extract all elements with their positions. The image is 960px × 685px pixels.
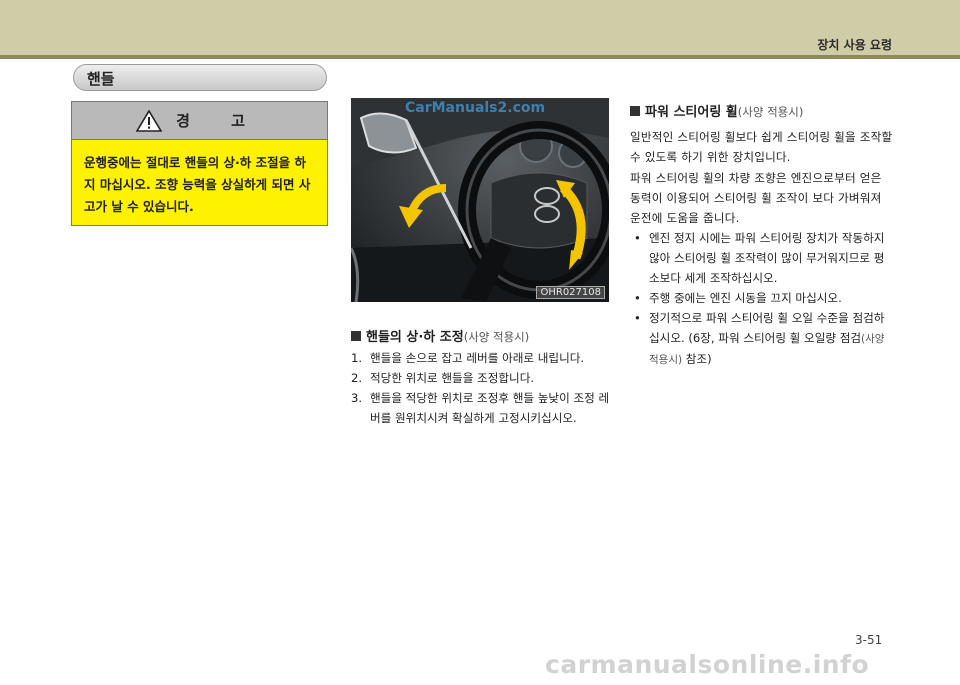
- list-item: • 엔진 정지 시에는 파워 스티어링 장치가 작동하지 않아 스티어링 휠 조작…: [630, 228, 894, 288]
- list-item: 2. 적당한 위치로 핸들을 조정합니다.: [351, 368, 613, 388]
- bullet-text: 정기적으로 파워 스티어링 휠 오일 수준을 점검하십시오. (6장, 파워 스…: [649, 311, 885, 345]
- list-item: • 주행 중에는 엔진 시동을 끄지 마십시오.: [630, 288, 894, 308]
- warning-title: 경 고: [176, 112, 263, 130]
- tilt-optional-note: (사양 적용시): [463, 330, 530, 344]
- tilt-heading: 핸들의 상·하 조정(사양 적용시): [351, 326, 529, 345]
- footer-watermark: carmanualsonline.info: [545, 650, 870, 679]
- step-text: 적당한 위치로 핸들을 조정합니다.: [370, 371, 535, 385]
- tilt-heading-text: 핸들의 상·하 조정: [366, 330, 464, 345]
- step-number: 3.: [351, 391, 363, 405]
- list-item: • 정기적으로 파워 스티어링 휠 오일 수준을 점검하십시오. (6장, 파워 …: [630, 308, 894, 370]
- chapter-title: 장치 사용 요령: [817, 38, 892, 52]
- bullet-icon: •: [634, 291, 641, 305]
- list-item: 3. 핸들을 적당한 위치로 조정후 핸들 높낮이 조정 레버를 원위치시켜 확실…: [351, 388, 613, 428]
- power-steering-paragraph-1: 일반적인 스티어링 휠보다 쉽게 스티어링 휠을 조작할 수 있도록 하기 위한…: [630, 130, 893, 164]
- heading-square-icon: [630, 106, 640, 116]
- warning-header: 경 고: [72, 102, 327, 140]
- bullet-text: 주행 중에는 엔진 시동을 끄지 마십시오.: [649, 291, 842, 305]
- bullet-icon: •: [634, 231, 641, 245]
- section-title: 핸들: [87, 70, 115, 88]
- power-steering-paragraph-2: 파워 스티어링 휠의 차량 조향은 엔진으로부터 얻은 동력이 이용되어 스티어…: [630, 171, 882, 225]
- step-number: 1.: [351, 351, 363, 365]
- header-band: [0, 0, 960, 55]
- power-optional-note: (사양 적용시): [737, 105, 804, 119]
- heading-square-icon: [351, 331, 361, 341]
- warning-box: 경 고 운행중에는 절대로 핸들의 상·하 조절을 하지 마십시오. 조향 능력…: [71, 101, 328, 226]
- header-rule: [0, 55, 960, 59]
- step-number: 2.: [351, 371, 363, 385]
- power-steering-bullets: • 엔진 정지 시에는 파워 스티어링 장치가 작동하지 않아 스티어링 휠 조작…: [630, 228, 894, 370]
- warning-text: 운행중에는 절대로 핸들의 상·하 조절을 하지 마십시오. 조향 능력을 상실…: [84, 155, 311, 214]
- figure-watermark: CarManuals2.com: [405, 100, 546, 116]
- step-text: 핸들을 손으로 잡고 레버를 아래로 내립니다.: [370, 351, 585, 365]
- steering-wheel-illustration: [351, 98, 609, 302]
- warning-triangle-icon: [136, 109, 163, 132]
- figure-code: OHR027108: [536, 286, 605, 299]
- steering-wheel-photo: CarManuals2.com OHR027108: [351, 98, 609, 302]
- power-steering-heading: 파워 스티어링 휠(사양 적용시): [630, 101, 803, 120]
- list-item: 1. 핸들을 손으로 잡고 레버를 아래로 내립니다.: [351, 348, 613, 368]
- step-text: 핸들을 적당한 위치로 조정후 핸들 높낮이 조정 레버를 원위치시켜 확실하게…: [370, 391, 610, 425]
- bullet-icon: •: [634, 311, 641, 325]
- tilt-steps: 1. 핸들을 손으로 잡고 레버를 아래로 내립니다. 2. 적당한 위치로 핸들을…: [351, 348, 613, 428]
- bullet-text: 엔진 정지 시에는 파워 스티어링 장치가 작동하지 않아 스티어링 휠 조작력…: [649, 231, 885, 285]
- power-heading-text: 파워 스티어링 휠: [645, 105, 738, 120]
- section-title-pill: 핸들: [73, 64, 327, 91]
- page-number: 3-51: [855, 633, 883, 647]
- bullet-text-end: 참조): [682, 352, 712, 366]
